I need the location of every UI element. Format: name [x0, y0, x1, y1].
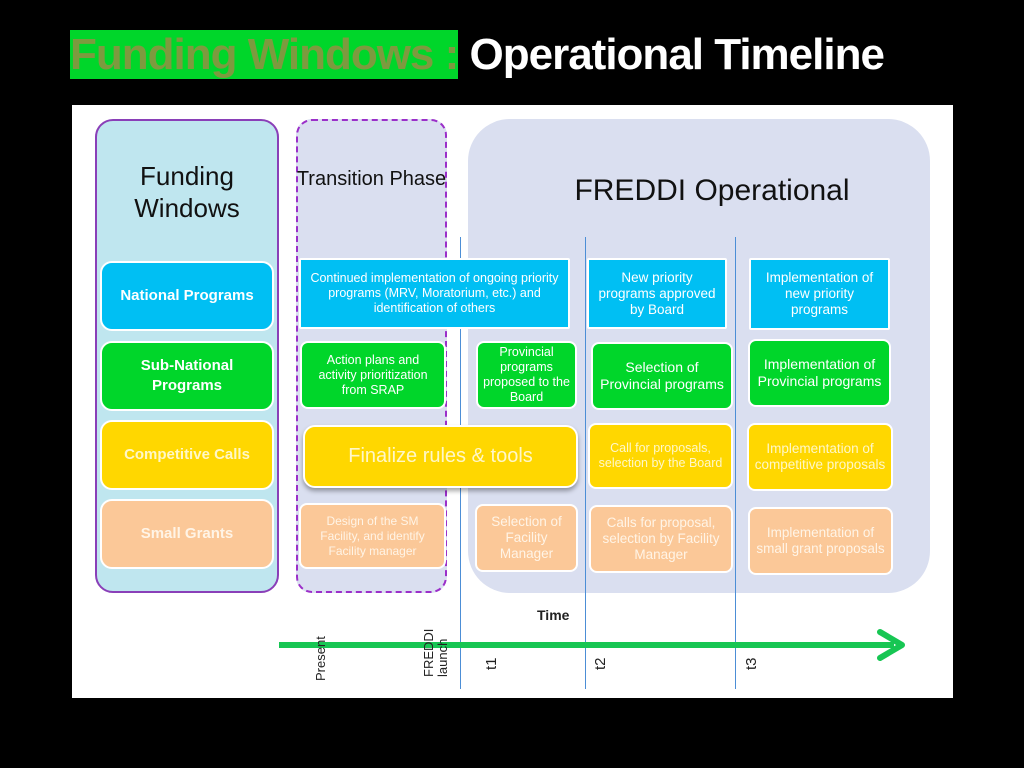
diagram-canvas: Funding Windows Transition Phase FREDDI …: [72, 105, 953, 698]
title-part-2: Operational Timeline: [469, 30, 885, 79]
timeline-arrow: [279, 629, 905, 661]
marker-t1: t1: [483, 657, 500, 670]
marker-t2: t2: [592, 657, 609, 670]
title-part-1: Funding Windows :: [70, 30, 459, 79]
marker-t3: t3: [743, 657, 760, 670]
slide-title: Funding Windows : Operational Timeline: [70, 30, 885, 80]
marker-freddi-launch: FREDDI launch: [421, 628, 450, 677]
marker-present: Present: [313, 636, 328, 681]
